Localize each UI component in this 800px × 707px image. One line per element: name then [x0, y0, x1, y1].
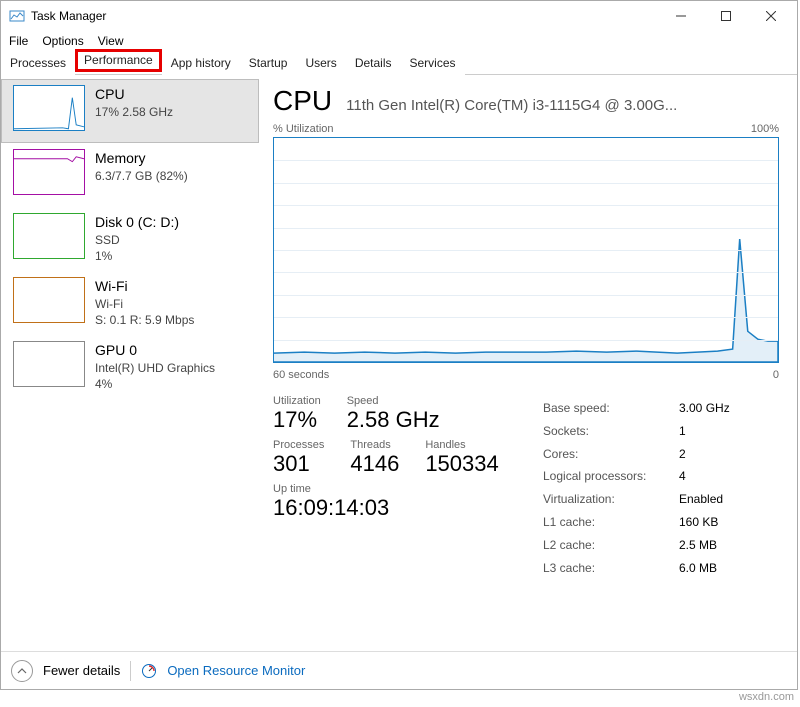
- sidebar-item-label: Wi-Fi: [95, 277, 194, 296]
- chart-ymax: 100%: [751, 123, 779, 135]
- threads-label: Threads: [350, 439, 399, 451]
- handles-label: Handles: [425, 439, 498, 451]
- threads-value: 4146: [350, 451, 399, 477]
- processor-name: 11th Gen Intel(R) Core(TM) i3-1115G4 @ 3…: [346, 97, 779, 114]
- l3-cache-value: 6.0 MB: [679, 557, 717, 580]
- processes-label: Processes: [273, 439, 324, 451]
- sidebar-item-cpu[interactable]: CPU 17% 2.58 GHz: [1, 79, 259, 143]
- sidebar: CPU 17% 2.58 GHz Memory 6.3/7.7 GB (82%)…: [1, 75, 259, 651]
- speed-value: 2.58 GHz: [347, 407, 440, 433]
- fewer-details-button[interactable]: Fewer details: [43, 663, 120, 678]
- uptime-value: 16:09:14:03: [273, 495, 503, 521]
- sidebar-item-label: GPU 0: [95, 341, 215, 360]
- cores-value: 2: [679, 443, 686, 466]
- titlebar[interactable]: Task Manager: [1, 1, 797, 31]
- menu-view[interactable]: View: [98, 34, 124, 48]
- processes-value: 301: [273, 451, 324, 477]
- sidebar-item-memory[interactable]: Memory 6.3/7.7 GB (82%): [1, 143, 259, 207]
- logical-processors-label: Logical processors:: [543, 465, 679, 488]
- memory-thumbnail: [13, 149, 85, 195]
- wifi-thumbnail: [13, 277, 85, 323]
- cpu-utilization-chart[interactable]: [273, 137, 779, 363]
- tab-strip: Processes Performance App history Startu…: [1, 51, 797, 75]
- tab-processes[interactable]: Processes: [1, 52, 75, 75]
- tab-performance[interactable]: Performance: [75, 49, 162, 72]
- tab-startup[interactable]: Startup: [240, 52, 297, 75]
- cpu-details: Base speed:3.00 GHz Sockets:1 Cores:2 Lo…: [543, 397, 730, 579]
- chart-xright: 0: [773, 369, 779, 381]
- base-speed-label: Base speed:: [543, 397, 679, 420]
- virtualization-value: Enabled: [679, 488, 723, 511]
- speed-label: Speed: [347, 395, 440, 407]
- tab-services[interactable]: Services: [401, 52, 465, 75]
- logical-processors-value: 4: [679, 465, 686, 488]
- close-button[interactable]: [748, 2, 793, 30]
- page-title: CPU: [273, 81, 332, 117]
- sockets-value: 1: [679, 420, 686, 443]
- utilization-label: Utilization: [273, 395, 321, 407]
- maximize-button[interactable]: [703, 2, 748, 30]
- uptime-label: Up time: [273, 483, 503, 495]
- menubar: File Options View: [1, 31, 797, 51]
- tab-app-history[interactable]: App history: [162, 52, 240, 75]
- content-pane: CPU 11th Gen Intel(R) Core(TM) i3-1115G4…: [259, 75, 797, 651]
- task-manager-window: Task Manager File Options View Processes…: [0, 0, 798, 690]
- resource-monitor-icon: [141, 663, 157, 679]
- handles-value: 150334: [425, 451, 498, 477]
- disk-thumbnail: [13, 213, 85, 259]
- sidebar-item-label: Disk 0 (C: D:): [95, 213, 179, 232]
- task-manager-icon: [9, 8, 25, 24]
- chart-ylabel: % Utilization: [273, 123, 334, 135]
- tab-users[interactable]: Users: [296, 52, 345, 75]
- gpu-thumbnail: [13, 341, 85, 387]
- utilization-value: 17%: [273, 407, 321, 433]
- open-resource-monitor-link[interactable]: Open Resource Monitor: [167, 663, 305, 678]
- sidebar-item-label: Memory: [95, 149, 188, 168]
- l1-cache-label: L1 cache:: [543, 511, 679, 534]
- watermark: wsxdn.com: [739, 691, 794, 703]
- menu-file[interactable]: File: [9, 34, 28, 48]
- menu-options[interactable]: Options: [42, 34, 83, 48]
- virtualization-label: Virtualization:: [543, 488, 679, 511]
- minimize-button[interactable]: [658, 2, 703, 30]
- chart-xleft: 60 seconds: [273, 369, 329, 381]
- l1-cache-value: 160 KB: [679, 511, 718, 534]
- l2-cache-value: 2.5 MB: [679, 534, 717, 557]
- sidebar-item-gpu[interactable]: GPU 0 Intel(R) UHD Graphics 4%: [1, 335, 259, 399]
- window-title: Task Manager: [31, 9, 106, 23]
- chevron-up-icon[interactable]: [11, 660, 33, 682]
- l3-cache-label: L3 cache:: [543, 557, 679, 580]
- tab-details[interactable]: Details: [346, 52, 401, 75]
- sidebar-item-label: CPU: [95, 85, 173, 104]
- sidebar-item-disk[interactable]: Disk 0 (C: D:) SSD 1%: [1, 207, 259, 271]
- divider: [130, 661, 131, 681]
- cores-label: Cores:: [543, 443, 679, 466]
- sidebar-item-wifi[interactable]: Wi-Fi Wi-Fi S: 0.1 R: 5.9 Mbps: [1, 271, 259, 335]
- footer: Fewer details Open Resource Monitor: [1, 651, 797, 689]
- base-speed-value: 3.00 GHz: [679, 397, 730, 420]
- cpu-thumbnail: [13, 85, 85, 131]
- sockets-label: Sockets:: [543, 420, 679, 443]
- l2-cache-label: L2 cache:: [543, 534, 679, 557]
